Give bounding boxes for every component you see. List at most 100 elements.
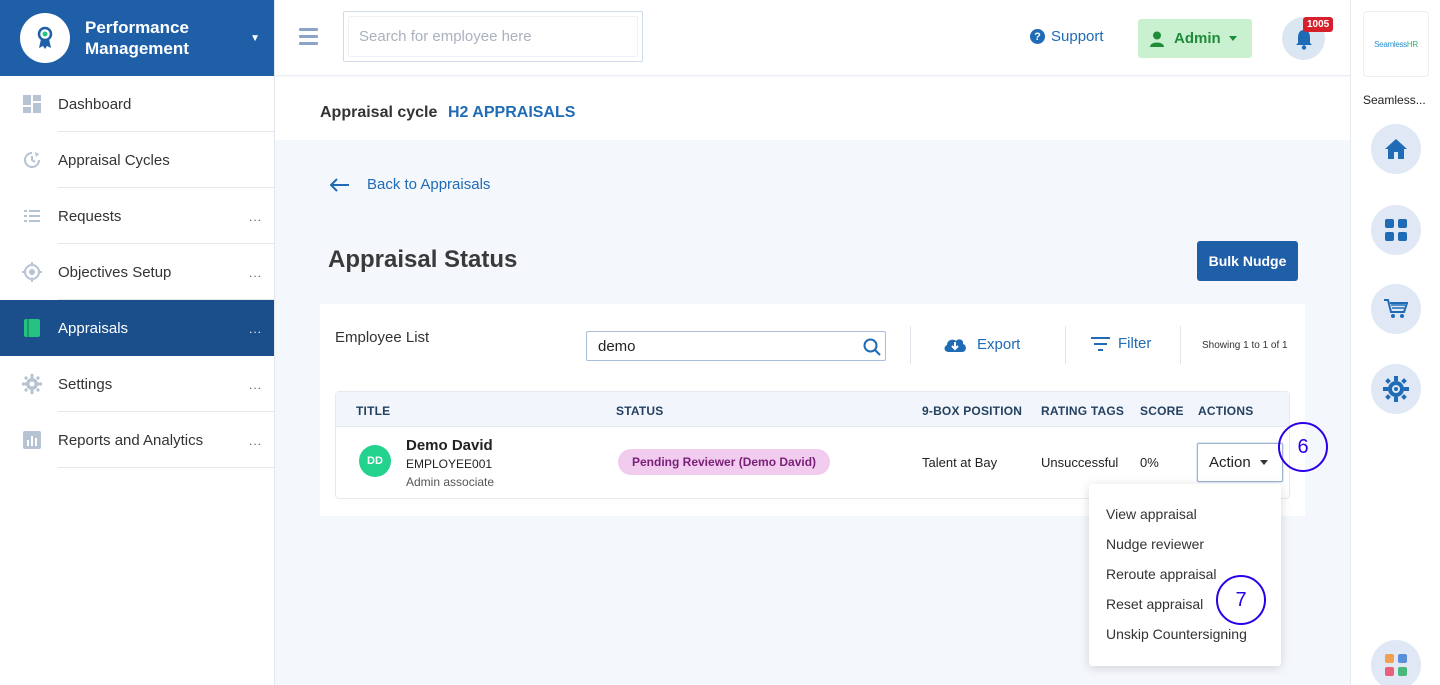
- cycle-label: Appraisal cycle: [320, 104, 438, 121]
- menu-item-unskip-countersigning[interactable]: Unskip Countersigning: [1106, 626, 1247, 642]
- step-marker-7: 7: [1216, 575, 1266, 625]
- more-dots: ...: [248, 266, 262, 280]
- support-link[interactable]: ? Support: [1030, 28, 1104, 45]
- help-icon: ?: [1030, 29, 1045, 44]
- more-dots: ...: [248, 322, 262, 336]
- sidebar-item-label: Appraisal Cycles: [58, 151, 170, 169]
- search-icon[interactable]: [863, 338, 881, 361]
- target-icon: [22, 262, 42, 282]
- more-dots: ...: [248, 210, 262, 224]
- menu-item-reset-appraisal[interactable]: Reset appraisal: [1106, 596, 1203, 612]
- settings-button[interactable]: [1371, 364, 1421, 414]
- appraisal-status-table: TITLE STATUS 9-BOX POSITION RATING TAGS …: [335, 391, 1290, 499]
- appraisal-cycle-bar: Appraisal cycle H2 APPRAISALS: [275, 77, 1350, 140]
- score: 0%: [1140, 455, 1159, 470]
- action-label: Action: [1209, 454, 1251, 471]
- sidebar-item-objectives-setup[interactable]: Objectives Setup ...: [0, 244, 274, 300]
- sidebar-item-reports-and-analytics[interactable]: Reports and Analytics ...: [0, 412, 274, 468]
- more-dots: ...: [248, 378, 262, 392]
- grid-icon: [1385, 219, 1407, 241]
- back-to-appraisals-link[interactable]: Back to Appraisals: [330, 176, 490, 193]
- more-dots: ...: [248, 434, 262, 448]
- user-icon: [1150, 31, 1164, 47]
- employee-list-label: Employee List: [335, 329, 430, 346]
- admin-dropdown-button[interactable]: Admin: [1138, 19, 1252, 58]
- sidebar-item-label: Requests: [58, 207, 122, 225]
- bar-chart-icon: [22, 430, 42, 450]
- rating-tag: Unsuccessful: [1041, 455, 1119, 470]
- sidebar-item-appraisal-cycles[interactable]: Appraisal Cycles: [0, 132, 274, 188]
- cloud-download-icon: [944, 339, 966, 352]
- column-header-actions: ACTIONS: [1198, 404, 1254, 418]
- arrow-left-icon: [330, 177, 349, 192]
- chevron-down-icon[interactable]: ▼: [250, 33, 260, 44]
- column-header-status: STATUS: [616, 404, 664, 418]
- employee-search-input[interactable]: [348, 16, 638, 57]
- sidebar-nav: Dashboard Appraisal Cycles Requests ... …: [0, 76, 274, 468]
- page-title: Appraisal Status: [328, 246, 518, 273]
- cart-button[interactable]: [1371, 284, 1421, 334]
- award-icon: [20, 13, 70, 63]
- home-button[interactable]: [1371, 124, 1421, 174]
- menu-item-nudge-reviewer[interactable]: Nudge reviewer: [1106, 536, 1204, 552]
- back-label: Back to Appraisals: [367, 176, 491, 193]
- employee-name[interactable]: Demo David: [406, 437, 493, 454]
- column-header-score: SCORE: [1140, 404, 1184, 418]
- checklist-icon: [22, 206, 42, 226]
- home-icon: [1385, 139, 1407, 159]
- action-dropdown-button[interactable]: Action: [1197, 443, 1283, 482]
- employee-search: [343, 11, 643, 62]
- chevron-down-icon: [1228, 36, 1237, 41]
- app-launcher-button[interactable]: [1371, 640, 1421, 685]
- rail-app-label: Seamless...: [1363, 93, 1426, 107]
- hamburger-menu-icon[interactable]: [299, 28, 318, 49]
- employee-code: EMPLOYEE001: [406, 457, 493, 471]
- pagination-summary: Showing 1 to 1 of 1: [1202, 340, 1288, 351]
- menu-item-reroute-appraisal[interactable]: Reroute appraisal: [1106, 566, 1217, 582]
- column-header-rating-tags: RATING TAGS: [1041, 404, 1125, 418]
- column-header-title: TITLE: [356, 404, 391, 418]
- brand-header[interactable]: Performance Management ▼: [0, 0, 274, 76]
- status-badge: Pending Reviewer (Demo David): [618, 449, 831, 475]
- cycle-value[interactable]: H2 APPRAISALS: [448, 104, 575, 122]
- brand-title: Performance Management: [85, 18, 189, 58]
- gear-icon: [1383, 376, 1409, 402]
- divider: [910, 326, 911, 364]
- seamlesshr-logo[interactable]: SeamlessHR: [1363, 11, 1429, 77]
- divider: [1065, 326, 1066, 364]
- sidebar-item-requests[interactable]: Requests ...: [0, 188, 274, 244]
- support-label: Support: [1051, 28, 1104, 45]
- menu-item-view-appraisal[interactable]: View appraisal: [1106, 506, 1197, 522]
- column-header-9-box-position: 9-BOX POSITION: [922, 404, 1023, 418]
- book-icon: [22, 318, 42, 338]
- sidebar-item-appraisals[interactable]: Appraisals ...: [0, 300, 274, 356]
- sidebar-item-label: Appraisals: [58, 319, 129, 337]
- filter-label: Filter: [1118, 335, 1152, 352]
- export-label: Export: [977, 336, 1021, 353]
- action-dropdown-menu: View appraisal Nudge reviewer Reroute ap…: [1089, 484, 1281, 666]
- sidebar-item-label: Settings: [58, 375, 113, 393]
- export-button[interactable]: Export: [943, 336, 1020, 353]
- caret-down-icon: [1259, 460, 1268, 465]
- notification-count-badge: 1005: [1303, 17, 1334, 32]
- sidebar: Performance Management ▼ Dashboard Appra…: [0, 0, 275, 685]
- step-marker-6: 6: [1278, 422, 1328, 472]
- sidebar-item-label: Reports and Analytics: [58, 431, 204, 449]
- avatar: DD: [359, 445, 391, 477]
- table-header: TITLE STATUS 9-BOX POSITION RATING TAGS …: [336, 392, 1289, 427]
- sidebar-item-dashboard[interactable]: Dashboard: [0, 76, 274, 132]
- right-rail: SeamlessHR Seamless...: [1350, 0, 1440, 685]
- employee-list-search-input[interactable]: [587, 332, 847, 360]
- bulk-nudge-button[interactable]: Bulk Nudge: [1197, 241, 1298, 281]
- employee-role: Admin associate: [406, 475, 495, 489]
- color-grid-icon: [1385, 654, 1407, 676]
- admin-label: Admin: [1174, 30, 1221, 47]
- apps-grid-button[interactable]: [1371, 205, 1421, 255]
- dashboard-icon: [22, 94, 42, 114]
- sidebar-item-settings[interactable]: Settings ...: [0, 356, 274, 412]
- filter-button[interactable]: Filter: [1091, 335, 1151, 352]
- cycle-icon: [22, 150, 42, 170]
- sidebar-item-label: Objectives Setup: [58, 263, 172, 281]
- divider: [1180, 326, 1181, 364]
- top-header: ? Support Admin 1005: [275, 0, 1350, 76]
